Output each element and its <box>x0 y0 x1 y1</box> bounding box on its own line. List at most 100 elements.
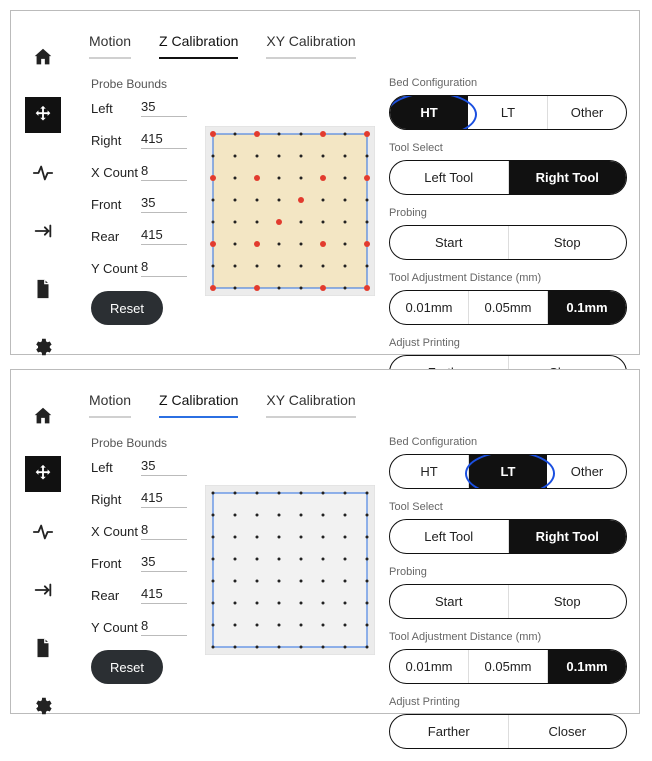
probe-bounds-title: Probe Bounds <box>91 436 201 450</box>
segment-option[interactable]: Start <box>390 226 508 259</box>
segment-option[interactable]: Other <box>547 455 626 488</box>
segment-option[interactable]: Stop <box>508 226 627 259</box>
segment-label: Probing <box>389 207 627 219</box>
right-column: Bed ConfigurationHTLTOtherTool SelectLef… <box>389 436 627 761</box>
bounds-value-input[interactable]: 8 <box>141 259 187 277</box>
bounds-row: Front35 <box>91 195 201 213</box>
segment-bed-configuration: HTLTOther <box>389 454 627 489</box>
calibration-panel: Motion Z Calibration XY Calibration Probe B… <box>10 369 640 714</box>
bounds-row: Front35 <box>91 554 201 572</box>
bounds-value-input[interactable]: 8 <box>141 522 187 540</box>
bounds-value-input[interactable]: 35 <box>141 554 187 572</box>
bounds-value-input[interactable]: 35 <box>141 458 187 476</box>
calibration-panel: Motion Z Calibration XY Calibration Probe B… <box>10 10 640 355</box>
tab-motion[interactable]: Motion <box>89 33 131 59</box>
segment-option[interactable]: Other <box>547 96 626 129</box>
segment-tool-adjustment-distance-mm-: 0.01mm0.05mm0.1mm <box>389 290 627 325</box>
segment-label: Tool Adjustment Distance (mm) <box>389 631 627 643</box>
segment-option[interactable]: LT <box>468 96 547 129</box>
bounds-label: Rear <box>91 229 141 244</box>
probe-bounds: Probe BoundsLeft35Right415X Count8Front3… <box>91 436 201 684</box>
segment-label: Probing <box>389 566 627 578</box>
segment-tool-select: Left ToolRight Tool <box>389 519 627 554</box>
tab-bar: Motion Z Calibration XY Calibration <box>89 33 356 59</box>
bounds-label: Y Count <box>91 261 141 276</box>
sidebar-align-right-button[interactable] <box>25 572 61 608</box>
sidebar-settings-button[interactable] <box>25 329 61 365</box>
segment-option[interactable]: Right Tool <box>508 161 627 194</box>
segment-option[interactable]: HT <box>390 455 468 488</box>
probe-grid <box>205 485 375 655</box>
bounds-row: X Count8 <box>91 163 201 181</box>
segment-option[interactable]: 0.05mm <box>468 291 547 324</box>
segment-option[interactable]: Left Tool <box>390 161 508 194</box>
segment-bed-configuration: HTLTOther <box>389 95 627 130</box>
bounds-row: Y Count8 <box>91 618 201 636</box>
segment-option[interactable]: HT <box>390 96 468 129</box>
segment-option[interactable]: 0.01mm <box>390 291 468 324</box>
sidebar-file-button[interactable] <box>25 630 61 666</box>
segment-option[interactable]: 0.01mm <box>390 650 468 683</box>
sidebar-activity-button[interactable] <box>25 155 61 191</box>
bounds-label: Right <box>91 492 141 507</box>
segment-option[interactable]: Closer <box>508 715 627 748</box>
sidebar-settings-button[interactable] <box>25 688 61 724</box>
bounds-value-input[interactable]: 415 <box>141 586 187 604</box>
segment-label: Adjust Printing <box>389 696 627 708</box>
bounds-value-input[interactable]: 8 <box>141 163 187 181</box>
segment-option[interactable]: 0.1mm <box>547 650 626 683</box>
sidebar-file-button[interactable] <box>25 271 61 307</box>
segment-option[interactable]: Right Tool <box>508 520 627 553</box>
tab-xy calibration[interactable]: XY Calibration <box>266 33 355 59</box>
bounds-row: X Count8 <box>91 522 201 540</box>
segment-option[interactable]: LT <box>468 455 547 488</box>
bounds-value-input[interactable]: 35 <box>141 195 187 213</box>
bounds-value-input[interactable]: 415 <box>141 490 187 508</box>
sidebar-home-button[interactable] <box>25 39 61 75</box>
bounds-label: Left <box>91 101 141 116</box>
bounds-row: Y Count8 <box>91 259 201 277</box>
segment-label: Bed Configuration <box>389 77 627 89</box>
bounds-value-input[interactable]: 415 <box>141 131 187 149</box>
tab-xy calibration[interactable]: XY Calibration <box>266 392 355 418</box>
sidebar-align-right-button[interactable] <box>25 213 61 249</box>
sidebar-activity-button[interactable] <box>25 514 61 550</box>
tab-motion[interactable]: Motion <box>89 392 131 418</box>
bounds-label: Right <box>91 133 141 148</box>
bounds-row: Left35 <box>91 99 201 117</box>
segment-option[interactable]: Farther <box>390 715 508 748</box>
bounds-value-input[interactable]: 35 <box>141 99 187 117</box>
segment-label: Tool Adjustment Distance (mm) <box>389 272 627 284</box>
bounds-row: Right415 <box>91 131 201 149</box>
probe-bounds: Probe BoundsLeft35Right415X Count8Front3… <box>91 77 201 325</box>
bounds-value-input[interactable]: 415 <box>141 227 187 245</box>
tab-z calibration[interactable]: Z Calibration <box>159 392 238 418</box>
segment-option[interactable]: 0.05mm <box>468 650 547 683</box>
segment-option[interactable]: 0.1mm <box>547 291 626 324</box>
probe-bounds-title: Probe Bounds <box>91 77 201 91</box>
sidebar <box>25 398 61 724</box>
bounds-value-input[interactable]: 8 <box>141 618 187 636</box>
right-column: Bed ConfigurationHTLTOtherTool SelectLef… <box>389 77 627 402</box>
bounds-row: Rear415 <box>91 227 201 245</box>
bounds-label: X Count <box>91 165 141 180</box>
reset-button[interactable]: Reset <box>91 291 163 325</box>
sidebar-move-button[interactable] <box>25 97 61 133</box>
bounds-label: Front <box>91 197 141 212</box>
bounds-row: Right415 <box>91 490 201 508</box>
sidebar-move-button[interactable] <box>25 456 61 492</box>
tab-z calibration[interactable]: Z Calibration <box>159 33 238 59</box>
sidebar <box>25 39 61 365</box>
segment-option[interactable]: Start <box>390 585 508 618</box>
segment-option[interactable]: Left Tool <box>390 520 508 553</box>
sidebar-home-button[interactable] <box>25 398 61 434</box>
segment-option[interactable]: Stop <box>508 585 627 618</box>
segment-tool-select: Left ToolRight Tool <box>389 160 627 195</box>
bounds-label: Front <box>91 556 141 571</box>
bounds-row: Rear415 <box>91 586 201 604</box>
segment-label: Tool Select <box>389 501 627 513</box>
bounds-label: Left <box>91 460 141 475</box>
segment-adjust-printing: FartherCloser <box>389 714 627 749</box>
reset-button[interactable]: Reset <box>91 650 163 684</box>
segment-label: Adjust Printing <box>389 337 627 349</box>
